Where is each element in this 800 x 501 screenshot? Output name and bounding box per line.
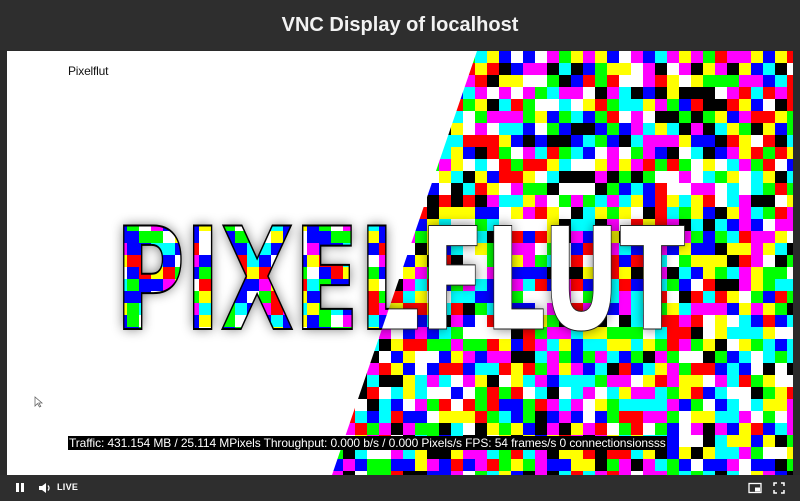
player-controls: LIVE <box>0 475 800 501</box>
fullscreen-icon[interactable] <box>772 481 786 495</box>
volume-icon[interactable] <box>38 481 52 495</box>
window-title: VNC Display of localhost <box>281 13 519 36</box>
pixelflut-label: Pixelflut <box>68 64 109 78</box>
pause-icon[interactable] <box>14 482 26 494</box>
pixel-mosaic-canvas: PIXELFLUTPIXELFLUTPIXELFLUT <box>7 51 793 475</box>
live-label: LIVE <box>57 482 79 492</box>
title-bar: VNC Display of localhost <box>0 0 800 50</box>
vnc-screen[interactable]: PIXELFLUTPIXELFLUTPIXELFLUT Pixelflut Tr… <box>7 51 793 475</box>
traffic-status-text: Traffic: 431.154 MB / 25.114 MPixels Thr… <box>68 436 667 450</box>
picture-in-picture-icon[interactable] <box>748 481 762 495</box>
